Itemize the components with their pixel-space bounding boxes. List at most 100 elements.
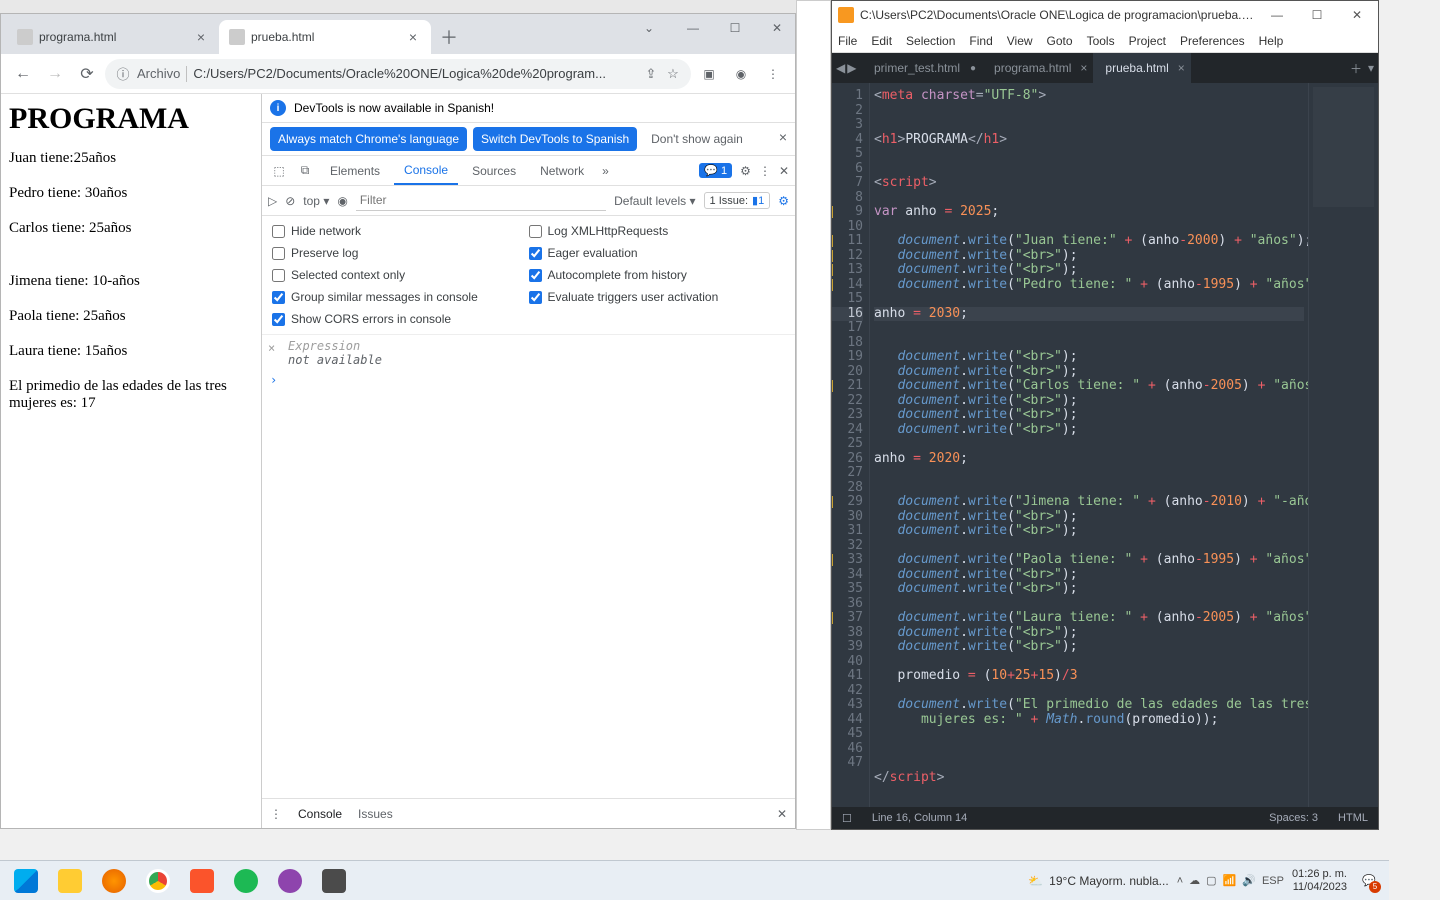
sublime-icon[interactable] [314, 865, 354, 897]
kebab-icon[interactable]: ⋮ [270, 807, 282, 821]
side-panel-icon[interactable]: ▣ [695, 60, 723, 88]
status-lang[interactable]: HTML [1338, 812, 1368, 824]
share-icon[interactable]: ⇪ [643, 66, 659, 82]
firefox-icon[interactable] [94, 865, 134, 897]
menu-file[interactable]: File [838, 34, 857, 48]
tab-elements[interactable]: Elements [320, 156, 390, 185]
chk-preserve-log[interactable]: Preserve log [272, 246, 529, 260]
filter-input[interactable] [356, 191, 606, 211]
tab-programa[interactable]: programa.html × [7, 20, 219, 54]
status-spaces[interactable]: Spaces: 3 [1269, 812, 1318, 824]
chk-selected-context[interactable]: Selected context only [272, 268, 529, 282]
tab-programa[interactable]: programa.html× [982, 53, 1093, 83]
levels-selector[interactable]: Default levels ▾ [614, 194, 695, 208]
minimize-button[interactable]: — [679, 18, 707, 38]
close-icon[interactable]: × [779, 129, 787, 145]
menu-project[interactable]: Project [1129, 34, 1166, 48]
lang-indicator[interactable]: ESP [1262, 875, 1284, 887]
maximize-button[interactable]: ☐ [721, 18, 749, 38]
always-match-button[interactable]: Always match Chrome's language [270, 127, 467, 151]
notifications-button[interactable]: 💬5 [1355, 867, 1383, 895]
drawer-tab-console[interactable]: Console [298, 807, 342, 821]
console-body[interactable]: × Expression not available › [262, 335, 795, 798]
nav-next-icon[interactable]: ▶ [847, 61, 856, 75]
drawer-tab-issues[interactable]: Issues [358, 807, 393, 821]
close-button[interactable]: ✕ [1342, 8, 1372, 22]
settings-icon[interactable]: ⚙ [778, 194, 789, 208]
menu-icon[interactable]: ⋮ [759, 60, 787, 88]
new-tab-button[interactable]: ＋ [435, 23, 463, 51]
back-button[interactable]: ← [9, 60, 37, 88]
messages-badge[interactable]: 💬1 [699, 163, 732, 178]
close-icon[interactable]: ✕ [779, 164, 789, 178]
minimap[interactable] [1308, 83, 1378, 807]
tab-prueba[interactable]: prueba.html × [219, 20, 431, 54]
chrome-icon[interactable] [138, 865, 178, 897]
settings-icon[interactable]: ⚙ [740, 164, 751, 178]
explorer-icon[interactable] [50, 865, 90, 897]
tab-menu-icon[interactable]: ▾ [1368, 61, 1374, 75]
menu-goto[interactable]: Goto [1047, 34, 1073, 48]
tray-chevron-icon[interactable]: ˄ [1177, 875, 1183, 887]
volume-icon[interactable]: 🔊 [1242, 874, 1256, 887]
kebab-icon[interactable]: ⋮ [759, 164, 771, 178]
menu-help[interactable]: Help [1259, 34, 1284, 48]
menu-selection[interactable]: Selection [906, 34, 955, 48]
tab-sources[interactable]: Sources [462, 156, 526, 185]
status-square-icon[interactable]: ☐ [842, 812, 852, 825]
minimize-button[interactable]: — [1262, 8, 1292, 22]
more-tabs-icon[interactable]: » [598, 164, 613, 178]
context-selector[interactable]: top ▾ [303, 194, 329, 208]
menu-tools[interactable]: Tools [1087, 34, 1115, 48]
issues-badge[interactable]: 1 Issue: ▮1 [704, 192, 771, 209]
code-area[interactable]: <meta charset="UTF-8"> <h1>PROGRAMA</h1>… [870, 83, 1308, 807]
onedrive-icon[interactable]: ☁ [1189, 874, 1200, 887]
add-tab-icon[interactable]: ＋ [1350, 60, 1362, 77]
start-button[interactable] [6, 865, 46, 897]
chk-eval-trigger[interactable]: Evaluate triggers user activation [529, 290, 786, 304]
close-icon[interactable]: × [268, 341, 275, 355]
close-icon[interactable]: × [1080, 61, 1087, 75]
dont-show-button[interactable]: Don't show again [643, 127, 751, 151]
tab-console[interactable]: Console [394, 156, 458, 185]
close-button[interactable]: ✕ [763, 18, 791, 38]
close-icon[interactable]: × [405, 29, 421, 45]
weather-widget[interactable]: ⛅ 19°C Mayorm. nubla... [1028, 874, 1168, 888]
wifi-icon[interactable]: 📶 [1223, 874, 1237, 887]
battery-icon[interactable]: ▢ [1206, 874, 1216, 887]
maximize-button[interactable]: ☐ [1302, 8, 1332, 22]
spotify-icon[interactable] [226, 865, 266, 897]
address-bar[interactable]: ⓘ Archivo C:/Users/PC2/Documents/Oracle%… [105, 59, 691, 89]
inspect-icon[interactable]: ⬚ [268, 164, 290, 178]
eye-icon[interactable]: ◉ [337, 194, 347, 208]
chevron-down-icon[interactable]: ⌄ [635, 18, 663, 38]
chk-group-msgs[interactable]: Group similar messages in console [272, 290, 529, 304]
tab-prueba[interactable]: prueba.html× [1093, 53, 1190, 83]
chk-autocomplete[interactable]: Autocomplete from history [529, 268, 786, 282]
menu-edit[interactable]: Edit [871, 34, 892, 48]
tab-primer-test[interactable]: primer_test.html [862, 53, 982, 83]
line-gutter[interactable]: 1234567891011121314151617181920212223242… [832, 83, 870, 807]
star-icon[interactable]: ☆ [665, 66, 681, 82]
clear-icon[interactable]: ⊘ [285, 194, 295, 208]
chk-log-xhr[interactable]: Log XMLHttpRequests [529, 224, 786, 238]
brave-icon[interactable] [182, 865, 222, 897]
menu-view[interactable]: View [1007, 34, 1033, 48]
tab-network[interactable]: Network [530, 156, 594, 185]
nav-prev-icon[interactable]: ◀ [836, 61, 845, 75]
console-prompt[interactable]: › [270, 373, 787, 387]
close-icon[interactable]: ✕ [777, 807, 787, 821]
chk-hide-network[interactable]: Hide network [272, 224, 529, 238]
forward-button[interactable]: → [41, 60, 69, 88]
chk-cors-errors[interactable]: Show CORS errors in console [272, 312, 529, 326]
clock[interactable]: 01:26 p. m. 11/04/2023 [1292, 868, 1347, 894]
app-icon[interactable] [270, 865, 310, 897]
device-icon[interactable]: ⧉ [294, 163, 316, 178]
chk-eager-eval[interactable]: Eager evaluation [529, 246, 786, 260]
close-icon[interactable]: × [1178, 61, 1185, 75]
close-icon[interactable]: × [193, 29, 209, 45]
switch-lang-button[interactable]: Switch DevTools to Spanish [473, 127, 637, 151]
reload-button[interactable]: ⟳ [73, 60, 101, 88]
menu-find[interactable]: Find [969, 34, 992, 48]
menu-preferences[interactable]: Preferences [1180, 34, 1245, 48]
